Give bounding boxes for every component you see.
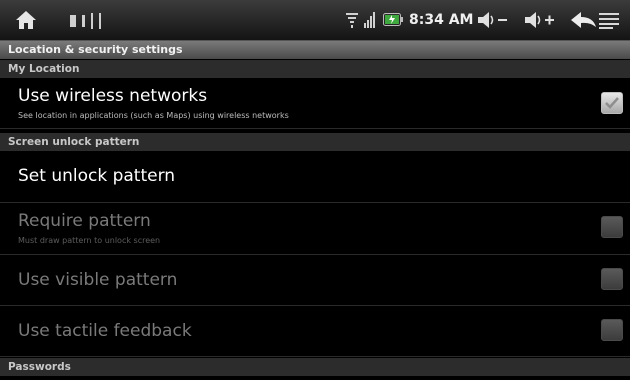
setting-title: Use tactile feedback	[18, 321, 192, 341]
notification-icon	[82, 15, 85, 27]
wifi-icon	[345, 11, 359, 29]
setting-title: Use wireless networks	[18, 86, 208, 106]
setting-require-pattern[interactable]: Require pattern Must draw pattern to unl…	[0, 204, 630, 255]
status-bar: 8:34 AM	[0, 0, 630, 41]
notification-icon	[70, 15, 76, 27]
setting-use-visible-pattern[interactable]: Use visible pattern	[0, 256, 630, 306]
volume-down-icon[interactable]	[476, 9, 510, 31]
visible-pattern-checkbox[interactable]	[601, 268, 623, 290]
setting-use-wireless-networks[interactable]: Use wireless networks See location in ap…	[0, 78, 630, 129]
setting-set-unlock-pattern[interactable]: Set unlock pattern	[0, 151, 630, 203]
section-header-screen-unlock-pattern: Screen unlock pattern	[0, 133, 630, 151]
page-title: Location & security settings	[0, 41, 630, 59]
signal-icon	[363, 11, 377, 29]
section-header-passwords: Passwords	[0, 358, 630, 376]
clock: 8:34 AM	[409, 12, 474, 28]
tactile-feedback-checkbox[interactable]	[601, 319, 623, 341]
notification-icons[interactable]	[70, 13, 101, 29]
setting-summary: Must draw pattern to unlock screen	[18, 236, 161, 245]
volume-up-icon[interactable]	[523, 9, 557, 31]
setting-title: Set unlock pattern	[18, 166, 176, 186]
home-icon[interactable]	[14, 8, 38, 32]
setting-use-tactile-feedback[interactable]: Use tactile feedback	[0, 307, 630, 357]
usb-icon	[91, 13, 93, 29]
back-icon[interactable]	[569, 9, 599, 31]
setting-summary: See location in applications (such as Ma…	[18, 111, 289, 120]
wireless-networks-checkbox[interactable]	[601, 92, 623, 114]
require-pattern-checkbox[interactable]	[601, 216, 623, 238]
setting-title: Use visible pattern	[18, 270, 178, 290]
section-header-my-location: My Location	[0, 60, 630, 78]
battery-icon	[383, 13, 403, 26]
setting-title: Require pattern	[18, 211, 151, 231]
usb-icon	[99, 13, 101, 29]
menu-icon[interactable]	[597, 10, 621, 30]
